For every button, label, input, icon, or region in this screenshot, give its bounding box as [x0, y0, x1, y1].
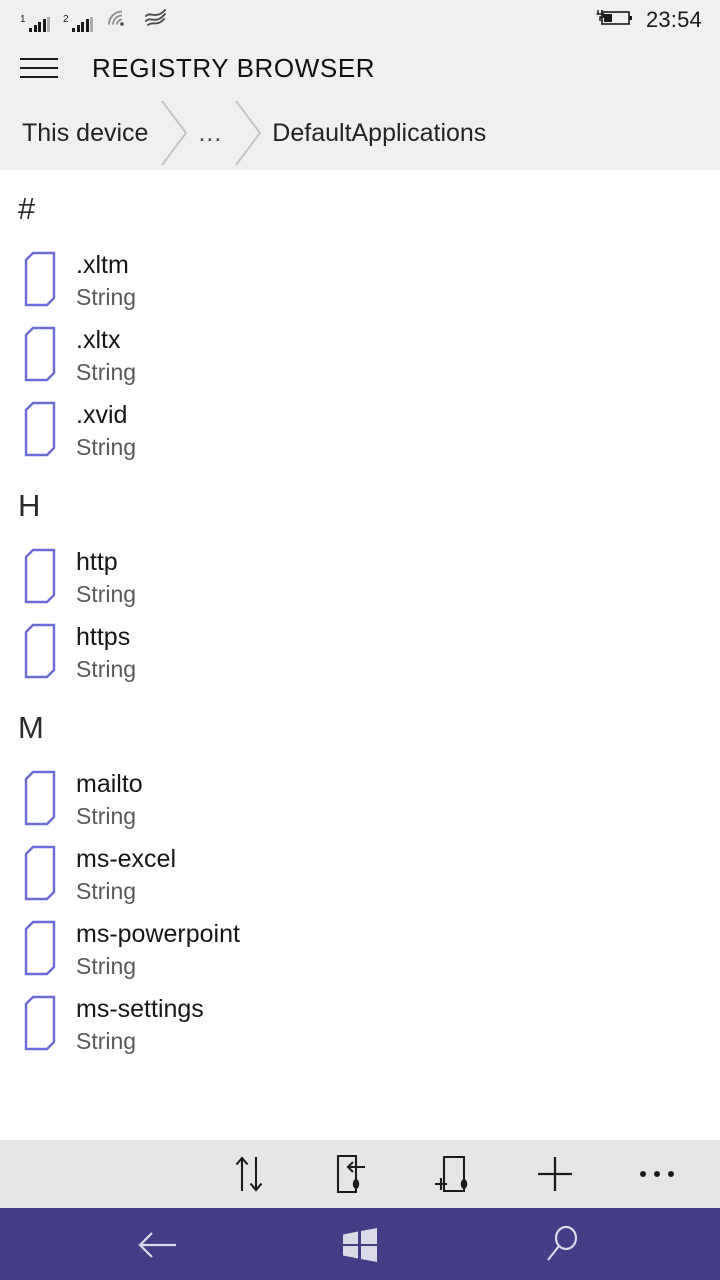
- breadcrumb-item-ellipsis[interactable]: ...: [198, 119, 222, 147]
- registry-value-icon: [20, 845, 60, 901]
- list-item-name: mailto: [76, 770, 143, 798]
- section-header: H: [18, 488, 41, 523]
- list-item[interactable]: .xltm String: [0, 242, 720, 317]
- search-icon: [541, 1224, 583, 1266]
- new-value-button[interactable]: [402, 1139, 504, 1209]
- list-item-text: ms-excel String: [76, 841, 176, 906]
- breadcrumb-item-current[interactable]: DefaultApplications: [272, 119, 486, 147]
- list-item-name: ms-settings: [76, 995, 204, 1023]
- sort-icon: [232, 1155, 266, 1193]
- list-item-text: .xltm String: [76, 247, 136, 312]
- back-button[interactable]: [116, 1210, 200, 1280]
- sim2-bars: [72, 16, 93, 32]
- plus-icon: [535, 1154, 575, 1194]
- list-item-type: String: [76, 359, 137, 385]
- wifi-icon: [106, 9, 130, 32]
- list-item[interactable]: .xltx String: [0, 317, 720, 392]
- list-item-type: String: [76, 656, 137, 682]
- sim1-bars: [29, 16, 50, 32]
- list-item[interactable]: http String: [0, 539, 720, 614]
- registry-value-list[interactable]: # .xltm String .xltx String .xvid String…: [0, 170, 720, 1140]
- list-item-text: https String: [76, 619, 136, 684]
- list-item-type: String: [76, 953, 137, 979]
- windows-start-icon: [340, 1225, 380, 1265]
- status-bar: 1 2 23:54: [0, 0, 720, 40]
- list-item-type: String: [76, 1028, 137, 1054]
- ellipsis-icon: [640, 1171, 674, 1177]
- registry-value-icon: [20, 920, 60, 976]
- page-title: REGISTRY BROWSER: [92, 53, 376, 83]
- title-bar: REGISTRY BROWSER: [0, 40, 720, 96]
- list-item-text: .xvid String: [76, 397, 136, 462]
- registry-value-icon: [20, 326, 60, 382]
- back-arrow-icon: [132, 1225, 184, 1265]
- sim2-signal-icon: 2: [63, 13, 93, 32]
- more-button[interactable]: [606, 1139, 708, 1209]
- sim2-label: 2: [63, 13, 69, 25]
- section-header: #: [18, 191, 36, 226]
- list-item-type: String: [76, 878, 137, 904]
- list-item-text: mailto String: [76, 766, 143, 831]
- add-button[interactable]: [504, 1139, 606, 1209]
- cellular-data-icon: [143, 8, 169, 32]
- list-item-text: ms-settings String: [76, 991, 204, 1056]
- import-document-icon: [331, 1153, 371, 1195]
- registry-browser-app: 1 2 23:54 REGISTRY BROWSER This device .…: [0, 0, 720, 1280]
- list-item-name: .xvid: [76, 401, 128, 429]
- list-item-name: http: [76, 548, 118, 576]
- registry-value-icon: [20, 770, 60, 826]
- list-item-name: ms-powerpoint: [76, 920, 240, 948]
- list-item-name: .xltm: [76, 251, 129, 279]
- status-bar-right: 23:54: [594, 8, 702, 33]
- new-document-icon: [432, 1153, 474, 1195]
- list-item-type: String: [76, 434, 137, 460]
- import-button[interactable]: [300, 1139, 402, 1209]
- system-navigation-bar: [0, 1210, 720, 1280]
- list-item-type: String: [76, 581, 137, 607]
- list-item[interactable]: ms-powerpoint String: [0, 911, 720, 986]
- list-item-type: String: [76, 284, 137, 310]
- list-item[interactable]: .xvid String: [0, 392, 720, 467]
- list-item[interactable]: ms-excel String: [0, 836, 720, 911]
- start-button[interactable]: [318, 1210, 402, 1280]
- list-item-name: .xltx: [76, 326, 121, 354]
- battery-charging-icon: [594, 8, 634, 33]
- registry-value-icon: [20, 623, 60, 679]
- registry-value-icon: [20, 401, 60, 457]
- sim1-label: 1: [20, 13, 26, 25]
- status-bar-left: 1 2: [20, 8, 169, 32]
- registry-value-icon: [20, 251, 60, 307]
- hamburger-menu-icon[interactable]: [20, 55, 58, 81]
- list-item-type: String: [76, 803, 137, 829]
- list-item-text: http String: [76, 544, 136, 609]
- app-bar: [0, 1140, 720, 1210]
- list-item-text: .xltx String: [76, 322, 136, 387]
- status-bar-clock: 23:54: [645, 7, 702, 32]
- sort-button[interactable]: [198, 1139, 300, 1209]
- registry-value-icon: [20, 995, 60, 1051]
- breadcrumb: This device ... DefaultApplications: [0, 96, 720, 170]
- sim1-signal-icon: 1: [20, 13, 50, 32]
- breadcrumb-item-this-device[interactable]: This device: [22, 119, 148, 147]
- chevron-right-icon-2: [224, 97, 270, 169]
- list-item-text: ms-powerpoint String: [76, 916, 240, 981]
- search-button[interactable]: [520, 1210, 604, 1280]
- list-item[interactable]: https String: [0, 614, 720, 689]
- list-item-name: https: [76, 623, 131, 651]
- list-item-name: ms-excel: [76, 845, 177, 873]
- list-item[interactable]: ms-settings String: [0, 986, 720, 1061]
- list-item[interactable]: mailto String: [0, 761, 720, 836]
- section-header: M: [18, 710, 44, 745]
- registry-value-icon: [20, 548, 60, 604]
- chevron-right-icon: [150, 97, 196, 169]
